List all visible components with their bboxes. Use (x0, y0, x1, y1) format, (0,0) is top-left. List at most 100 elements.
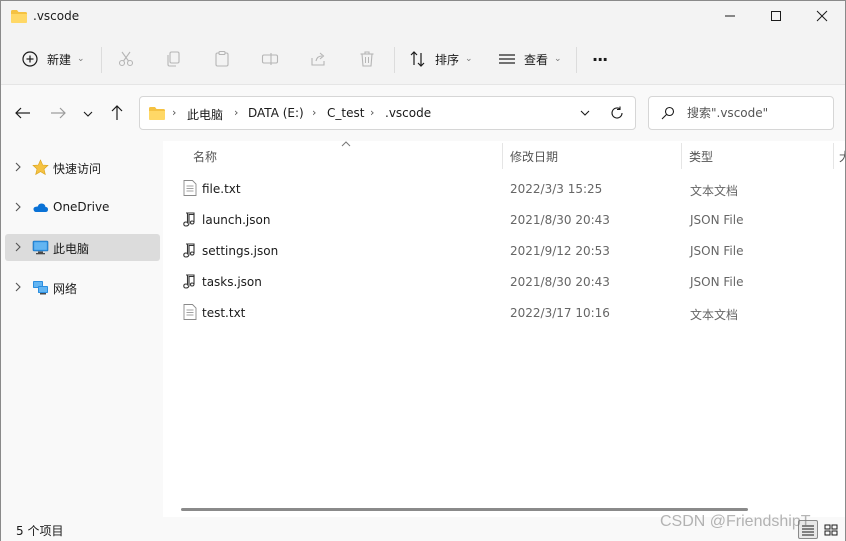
breadcrumb-c-test[interactable]: C_test (327, 106, 364, 120)
column-header-size[interactable]: 大 (839, 148, 845, 165)
horizontal-scrollbar[interactable] (181, 508, 748, 511)
breadcrumb-vscode[interactable]: .vscode (385, 106, 431, 120)
file-type: JSON File (690, 244, 744, 258)
view-label: 查看 (524, 52, 549, 67)
window-title: .vscode (33, 9, 80, 23)
delete-button[interactable] (358, 45, 376, 73)
toolbar-divider (394, 47, 395, 73)
chevron-right-icon[interactable] (13, 282, 23, 292)
sidebar-item-label: 快速访问 (53, 162, 102, 176)
new-button[interactable]: 新建 ⌄ (21, 45, 85, 73)
computer-icon (32, 240, 49, 255)
new-label: 新建 (47, 52, 72, 67)
title-bar: .vscode (1, 1, 845, 33)
close-button[interactable] (799, 1, 845, 31)
tiles-view-icon (824, 524, 838, 535)
copy-icon (167, 51, 180, 67)
share-icon (311, 52, 325, 66)
breadcrumb-drive[interactable]: DATA (E:) (248, 106, 304, 120)
refresh-icon[interactable] (610, 106, 624, 120)
cut-icon (118, 51, 134, 67)
column-header-name[interactable]: 名称 (193, 148, 217, 165)
file-modified: 2022/3/17 10:16 (510, 306, 610, 320)
view-list-icon (499, 54, 515, 64)
chevron-down-icon: ⌄ (77, 54, 85, 64)
plus-circle-icon (22, 51, 38, 67)
share-button[interactable] (309, 45, 327, 73)
address-bar[interactable]: › 此电脑 › DATA (E:) › C_test › .vscode (139, 96, 636, 130)
copy-button[interactable] (165, 45, 183, 73)
table-row[interactable]: launch.json 2021/8/30 20:43 JSON File (178, 204, 798, 234)
chevron-right-icon[interactable] (13, 202, 23, 212)
column-divider[interactable] (502, 143, 503, 169)
search-input[interactable] (687, 104, 827, 122)
view-button[interactable]: 查看 ⌄ (498, 45, 562, 73)
item-count: 5 个项目 (16, 524, 64, 538)
json-file-icon (183, 243, 195, 258)
forward-arrow-icon[interactable] (49, 104, 67, 122)
column-header-type[interactable]: 类型 (689, 148, 713, 165)
sort-label: 排序 (435, 52, 460, 67)
search-box[interactable] (648, 96, 834, 130)
navigation-pane: 快速访问 OneDrive 此电脑 网络 (1, 141, 162, 517)
paste-button[interactable] (213, 45, 231, 73)
file-list: 名称 修改日期 类型 大 file.txt 2022/3/3 15:25 文本文… (163, 141, 845, 517)
up-arrow-icon[interactable] (108, 104, 126, 122)
sidebar-item-quick-access[interactable]: 快速访问 (5, 154, 160, 181)
cut-button[interactable] (117, 45, 135, 73)
column-divider[interactable] (833, 143, 834, 169)
table-row[interactable]: settings.json 2021/9/12 20:53 JSON File (178, 235, 798, 265)
recent-locations-chevron-icon[interactable] (81, 104, 95, 122)
rename-icon (261, 53, 279, 65)
chevron-right-icon[interactable] (13, 162, 23, 172)
watermark-text: CSDN @FriendshipT (660, 513, 811, 530)
maximize-button[interactable] (753, 1, 799, 31)
back-arrow-icon[interactable] (14, 104, 32, 122)
more-icon: ··· (592, 49, 608, 69)
minimize-icon (725, 15, 735, 17)
folder-icon (149, 107, 165, 120)
chevron-right-icon: › (172, 106, 177, 119)
table-row[interactable]: file.txt 2022/3/3 15:25 文本文档 (178, 173, 798, 203)
sidebar-item-network[interactable]: 网络 (5, 274, 160, 301)
rename-button[interactable] (261, 45, 279, 73)
text-file-icon (183, 180, 197, 196)
maximize-icon (771, 11, 781, 21)
json-file-icon (183, 274, 195, 289)
delete-icon (360, 51, 374, 67)
star-icon (32, 159, 49, 176)
sidebar-item-label: 网络 (53, 282, 78, 296)
file-modified: 2021/8/30 20:43 (510, 213, 610, 227)
close-icon (816, 10, 828, 22)
chevron-down-icon: ⌄ (465, 54, 473, 64)
file-name: settings.json (202, 244, 279, 258)
json-file-icon (183, 212, 195, 227)
column-divider[interactable] (681, 143, 682, 169)
sidebar-item-label: OneDrive (53, 200, 110, 214)
sidebar-item-onedrive[interactable]: OneDrive (5, 194, 160, 221)
address-history-chevron-icon[interactable] (578, 106, 592, 120)
large-icons-view-button[interactable] (821, 520, 841, 539)
table-row[interactable]: test.txt 2022/3/17 10:16 文本文档 (178, 297, 798, 327)
search-icon (661, 106, 675, 120)
chevron-down-icon: ⌄ (554, 54, 562, 64)
command-bar: 新建 ⌄ 排序 ⌄ 查看 ⌄ ··· (1, 33, 845, 85)
sidebar-item-this-pc[interactable]: 此电脑 (5, 234, 160, 261)
more-options-button[interactable]: ··· (592, 45, 608, 73)
file-type: JSON File (690, 275, 744, 289)
sort-button[interactable]: 排序 ⌄ (409, 45, 473, 73)
cloud-icon (33, 203, 48, 212)
file-modified: 2022/3/3 15:25 (510, 182, 603, 196)
column-header-modified[interactable]: 修改日期 (510, 148, 558, 165)
minimize-button[interactable] (707, 1, 753, 31)
file-explorer-window: .vscode 新建 ⌄ 排序 ⌄ 查看 ⌄ ··· › 此电脑 › DATA … (0, 0, 846, 541)
breadcrumb-this-pc[interactable]: 此电脑 (187, 106, 223, 123)
table-row[interactable]: tasks.json 2021/8/30 20:43 JSON File (178, 266, 798, 296)
file-name: launch.json (202, 213, 271, 227)
chevron-right-icon: › (234, 106, 239, 119)
file-modified: 2021/8/30 20:43 (510, 275, 610, 289)
file-name: test.txt (202, 306, 246, 320)
file-type: 文本文档 (690, 184, 739, 198)
chevron-right-icon[interactable] (13, 242, 23, 252)
file-modified: 2021/9/12 20:53 (510, 244, 610, 258)
